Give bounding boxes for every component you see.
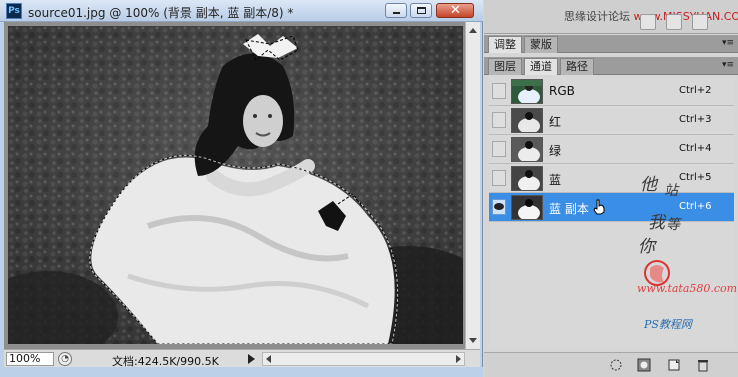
minimize-button[interactable] (385, 3, 407, 18)
visibility-toggle[interactable] (492, 83, 506, 99)
watermark-char: 站 (664, 183, 678, 199)
photoshop-app-icon: Ps (6, 3, 22, 19)
scroll-right-arrow-icon[interactable] (456, 355, 461, 363)
visibility-toggle[interactable] (492, 141, 506, 157)
horizontal-scrollbar[interactable] (262, 352, 465, 366)
status-menu-arrow-icon[interactable] (248, 354, 255, 364)
watermark-char: 他 (640, 175, 657, 195)
channel-thumbnail (511, 195, 543, 220)
watermark-brand: PS教程网 (644, 318, 692, 331)
delete-channel-icon[interactable] (696, 358, 710, 372)
channel-name: 绿 (549, 144, 562, 158)
maximize-icon (417, 7, 426, 14)
watermark-char: 等 (666, 217, 680, 233)
document-title: source01.jpg @ 100% (背景 副本, 蓝 副本/8) * (28, 6, 294, 20)
channel-name: RGB (549, 84, 575, 98)
scroll-up-arrow-icon[interactable] (469, 28, 477, 33)
rgb-thumbnail-image (512, 80, 542, 103)
document-window-frame-bottom (0, 367, 483, 377)
watermark-seal-icon (644, 260, 670, 286)
channel-row-red[interactable]: 红 Ctrl+3 (489, 106, 734, 135)
visibility-toggle[interactable] (492, 170, 506, 186)
channel-thumbnail (511, 166, 543, 191)
panel-tool-button[interactable] (666, 14, 682, 30)
tab-paths[interactable]: 路径 (560, 58, 594, 75)
canvas-area[interactable] (4, 22, 480, 349)
watermark-char: 我 (648, 213, 665, 233)
watermark-char: 你 (638, 237, 655, 257)
adjustments-tabbar: 调整 蒙版 ▾≡ (484, 35, 738, 53)
hand-cursor-icon (593, 199, 605, 215)
channel-shortcut: Ctrl+4 (679, 143, 712, 154)
layers-tabbar: 图层 通道 路径 ▾≡ (484, 57, 738, 75)
watermark-handwriting: 他 我 你 站 等 www.tata580.com PS教程网 (634, 170, 737, 340)
channel-name: 红 (549, 115, 562, 129)
channels-bottom-toolbar (484, 352, 738, 377)
channel-row-rgb[interactable]: RGB Ctrl+2 (489, 77, 734, 106)
status-info-icon[interactable]: ◔ (58, 352, 72, 366)
channel-shortcut: Ctrl+2 (679, 85, 712, 96)
document-titlebar[interactable]: Ps source01.jpg @ 100% (背景 副本, 蓝 副本/8) *… (0, 0, 483, 22)
panel-menu-icon[interactable]: ▾≡ (722, 60, 734, 70)
panel-tool-button[interactable] (640, 14, 656, 30)
document-canvas[interactable] (8, 26, 463, 344)
channel-name: 蓝 (549, 173, 562, 187)
channel-shortcut: Ctrl+3 (679, 114, 712, 125)
panel-top-strip: 思缘设计论坛 www.MISSYUAN.COM (484, 0, 738, 34)
load-selection-icon[interactable] (609, 358, 623, 372)
scroll-down-arrow-icon[interactable] (469, 338, 477, 343)
tab-layers[interactable]: 图层 (488, 58, 522, 75)
photoshop-workspace: Ps source01.jpg @ 100% (背景 副本, 蓝 副本/8) *… (0, 0, 738, 377)
minimize-icon (393, 12, 400, 14)
red-thumbnail-image (512, 109, 542, 132)
close-icon: ✕ (450, 3, 461, 18)
maximize-button[interactable] (410, 3, 432, 18)
blue-copy-thumbnail-image (512, 196, 542, 219)
blue-thumbnail-image (512, 167, 542, 190)
tab-adjustments[interactable]: 调整 (488, 36, 522, 53)
watermark-top-text: 思缘设计论坛 (564, 10, 630, 23)
scroll-left-arrow-icon[interactable] (266, 355, 271, 363)
eye-icon (494, 203, 504, 210)
channel-thumbnail (511, 79, 543, 104)
visibility-toggle[interactable] (492, 112, 506, 128)
channel-thumbnail (511, 108, 543, 133)
document-statusbar: 100% ◔ 文档:424.5K/990.5K (4, 349, 480, 368)
new-channel-icon[interactable] (667, 358, 681, 372)
panels-dock: 思缘设计论坛 www.MISSYUAN.COM 调整 蒙版 ▾≡ 图层 通道 路… (484, 0, 738, 377)
panel-tool-button[interactable] (692, 14, 708, 30)
tab-channels[interactable]: 通道 (524, 58, 558, 75)
channel-row-green[interactable]: 绿 Ctrl+4 (489, 135, 734, 164)
channel-thumbnail (511, 137, 543, 162)
visibility-toggle[interactable] (492, 199, 506, 215)
zoom-level-input[interactable]: 100% (6, 352, 54, 366)
close-button[interactable]: ✕ (436, 3, 474, 18)
green-thumbnail-image (512, 138, 542, 161)
panel-menu-icon[interactable]: ▾≡ (722, 38, 734, 48)
channel-name: 蓝 副本 (549, 202, 589, 216)
document-window: Ps source01.jpg @ 100% (背景 副本, 蓝 副本/8) *… (0, 0, 483, 377)
tab-masks[interactable]: 蒙版 (524, 36, 558, 53)
vertical-scrollbar[interactable] (465, 22, 480, 349)
save-selection-icon[interactable] (637, 358, 651, 372)
grayscale-photo-with-selection (8, 26, 463, 344)
